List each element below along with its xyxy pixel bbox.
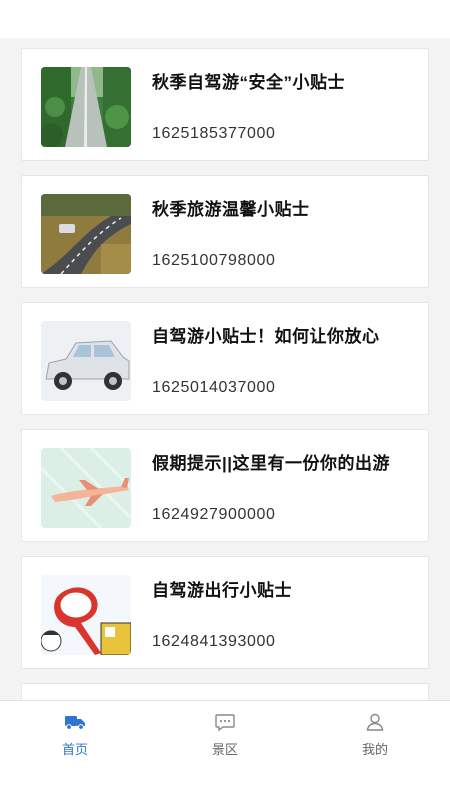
article-timestamp: 1624841393000	[152, 633, 276, 650]
article-timestamp: 1625185377000	[152, 125, 276, 142]
chat-icon	[215, 714, 235, 732]
article-card-partial[interactable]	[21, 683, 429, 700]
bottom-tab-bar: 首页 景区 我的	[0, 700, 450, 764]
article-thumbnail	[41, 575, 131, 655]
truck-icon	[65, 716, 85, 730]
top-bar	[0, 0, 450, 38]
article-list[interactable]: 秋季自驾游“安全”小贴士 1625185377000 秋季旅游温馨小贴士 162…	[0, 38, 450, 700]
article-thumbnail	[41, 67, 131, 147]
tab-mine[interactable]: 我的	[300, 701, 450, 764]
article-card[interactable]: 秋季旅游温馨小贴士 1625100798000	[21, 175, 429, 288]
article-title: 秋季旅游温馨小贴士	[152, 200, 310, 219]
article-title: 自驾游小贴士！如何让你放心	[152, 327, 380, 346]
tab-mine-label: 我的	[361, 742, 388, 757]
bottom-safe-area	[0, 764, 450, 800]
article-title: 秋季自驾游“安全”小贴士	[152, 73, 345, 92]
article-card[interactable]: 秋季自驾游“安全”小贴士 1625185377000	[21, 48, 429, 161]
article-thumbnail	[41, 448, 131, 528]
article-timestamp: 1625014037000	[152, 379, 276, 396]
user-icon	[366, 713, 384, 731]
article-card[interactable]: 假期提示||这里有一份你的出游 1624927900000	[21, 429, 429, 542]
article-thumbnail	[41, 194, 131, 274]
article-card[interactable]: 自驾游出行小贴士 1624841393000	[21, 556, 429, 669]
app-screen: 秋季自驾游“安全”小贴士 1625185377000 秋季旅游温馨小贴士 162…	[0, 0, 450, 800]
tab-home[interactable]: 首页	[0, 701, 150, 764]
article-timestamp: 1625100798000	[152, 252, 276, 269]
article-title: 自驾游出行小贴士	[152, 581, 292, 600]
article-card[interactable]: 自驾游小贴士！如何让你放心 1625014037000	[21, 302, 429, 415]
article-thumbnail	[41, 321, 131, 401]
tab-scenic[interactable]: 景区	[150, 701, 300, 764]
article-title: 假期提示||这里有一份你的出游	[152, 454, 391, 473]
tab-home-label: 首页	[61, 742, 88, 757]
tab-scenic-label: 景区	[211, 742, 238, 757]
article-timestamp: 1624927900000	[152, 506, 276, 523]
